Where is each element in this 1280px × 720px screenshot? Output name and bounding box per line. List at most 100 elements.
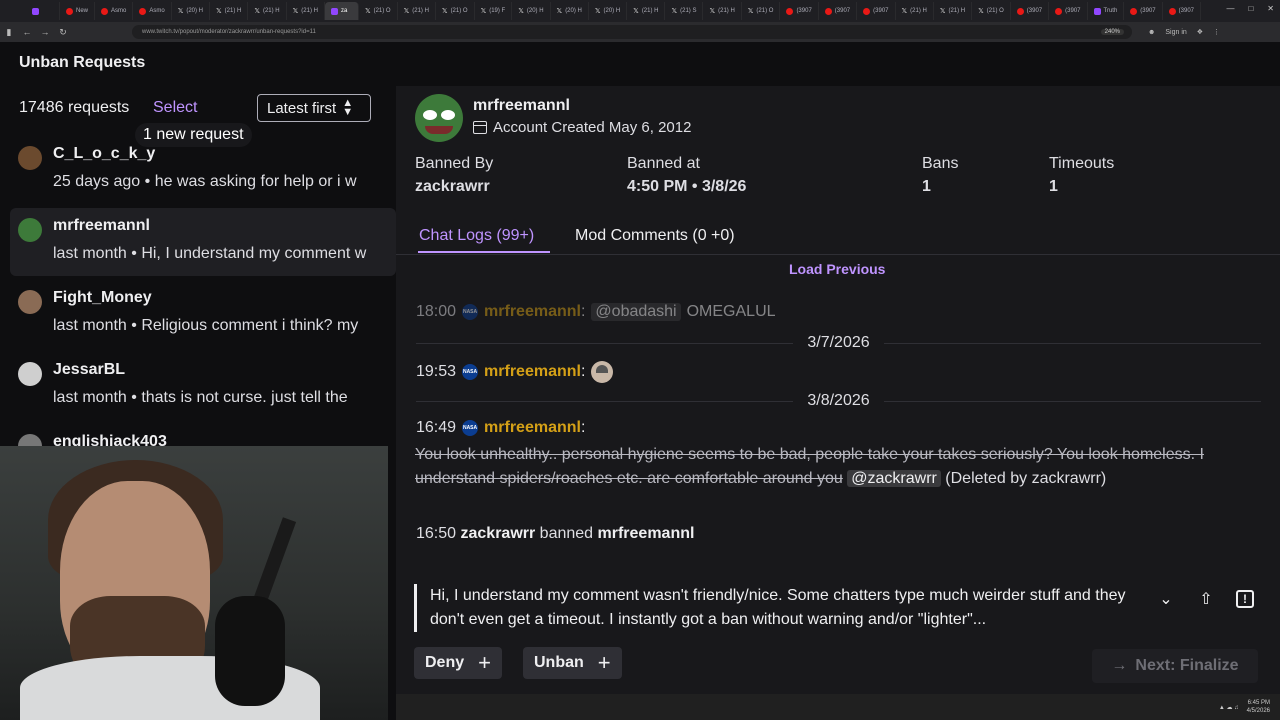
next-finalize-button[interactable]: → Next: Finalize xyxy=(1092,649,1258,683)
avatar[interactable] xyxy=(415,94,463,142)
browser-tab[interactable]: 𝕏 (21) H xyxy=(210,2,249,20)
browser-tab-label: (3907 xyxy=(1065,8,1081,14)
request-username: C_L_o_c_k_y xyxy=(53,145,156,162)
browser-tab[interactable]: 𝕏 (21) O xyxy=(742,2,781,20)
back-icon[interactable]: ← xyxy=(18,27,36,37)
browser-tab[interactable]: 𝕏 (21) H xyxy=(398,2,436,20)
browser-tab[interactable]: 𝕏 (20) H xyxy=(512,2,551,20)
ban-moderator[interactable]: zackrawrr xyxy=(461,525,536,542)
deny-label: Deny xyxy=(425,654,465,671)
new-request-badge[interactable]: 1 new request xyxy=(135,123,252,147)
account-created: Account Created May 6, 2012 xyxy=(473,119,691,136)
chat-username[interactable]: mrfreemannl xyxy=(484,419,581,437)
x-logo-icon: 𝕏 xyxy=(292,8,299,15)
request-summary: last month • thats is not curse. just te… xyxy=(53,389,348,406)
nasa-badge-icon: NASA xyxy=(462,364,479,380)
browser-tab[interactable]: (3907 xyxy=(1011,2,1050,20)
tab-favicon-icon xyxy=(66,7,73,15)
chat-username[interactable]: mrfreemannl xyxy=(484,363,581,381)
browser-tab[interactable]: 𝕏 (21) O xyxy=(972,2,1011,20)
browser-tab[interactable]: 𝕏 (20) H xyxy=(589,2,628,20)
browser-tab[interactable]: (3907 xyxy=(857,2,896,20)
browser-tab[interactable]: (3907 xyxy=(1049,2,1088,20)
load-previous-button[interactable]: Load Previous xyxy=(789,261,885,277)
share-icon[interactable]: ⇧ xyxy=(1196,589,1216,609)
unban-button[interactable]: Unban + xyxy=(523,647,622,679)
banned-by-value[interactable]: zackrawrr xyxy=(415,178,490,196)
ban-target[interactable]: mrfreemannl xyxy=(598,525,695,542)
sign-in-link[interactable]: Sign in xyxy=(1165,29,1186,36)
request-username: Fight_Money xyxy=(53,289,152,306)
menu-icon[interactable]: ⋮ xyxy=(1213,28,1220,36)
sidebar-toggle-icon[interactable]: ▮ xyxy=(0,27,18,38)
x-logo-icon: 𝕏 xyxy=(441,8,448,15)
chat-mention[interactable]: @obadashi xyxy=(591,303,681,321)
browser-tab[interactable]: 𝕏 (21) H xyxy=(934,2,973,20)
browser-tab-label: (20) H xyxy=(603,8,621,14)
banned-at-label: Banned at xyxy=(627,155,700,172)
url-field[interactable]: www.twitch.tv/popout/moderator/zackrawrr… xyxy=(132,25,1132,39)
account-icon[interactable]: ☻ xyxy=(1148,29,1155,36)
close-icon[interactable]: ✕ xyxy=(1267,4,1274,13)
banned-by-label: Banned By xyxy=(415,155,494,172)
request-list-item[interactable]: mrfreemannl last month • Hi, I understand… xyxy=(10,208,396,276)
browser-tab[interactable]: (3907 xyxy=(1124,2,1163,20)
minimize-icon[interactable]: — xyxy=(1226,4,1234,13)
extensions-icon[interactable]: ❖ xyxy=(1197,28,1203,36)
browser-tab[interactable]: 𝕏 (21) H xyxy=(627,2,666,20)
request-list-item[interactable]: Fight_Money last month • Religious commen… xyxy=(10,280,396,348)
browser-tab[interactable]: 𝕏 (21) H xyxy=(896,2,934,20)
zoom-level[interactable]: 240% xyxy=(1100,29,1124,35)
detail-username[interactable]: mrfreemannl xyxy=(473,97,570,115)
browser-tab[interactable]: Truth xyxy=(1088,2,1125,20)
browser-tab[interactable]: za xyxy=(324,2,359,20)
chat-text: OMEGALUL xyxy=(686,303,776,320)
page-title: Unban Requests xyxy=(19,54,146,71)
avatar xyxy=(18,362,42,386)
browser-tab-label: New xyxy=(76,8,89,14)
banned-at-value: 4:50 PM • 3/8/26 xyxy=(627,178,747,195)
chat-mention[interactable]: @zackrawrr xyxy=(847,470,941,487)
tab-favicon-icon xyxy=(1093,7,1101,15)
browser-tab[interactable]: 𝕏 (20) H xyxy=(551,2,589,20)
forward-icon[interactable]: → xyxy=(36,27,54,37)
reload-icon[interactable]: ↻ xyxy=(54,27,72,38)
address-bar: ▮ ← → ↻ www.twitch.tv/popout/moderator/z… xyxy=(0,22,1280,42)
request-preview: Hi, I understand my comment w xyxy=(141,245,367,262)
browser-tab[interactable]: 𝕏 (21) O xyxy=(436,2,475,20)
browser-tab[interactable]: Asmo xyxy=(133,2,172,20)
browser-tab[interactable]: 𝕏 (21) O xyxy=(359,2,398,20)
browser-tab[interactable] xyxy=(26,2,60,20)
browser-tab[interactable]: (3907 xyxy=(1163,2,1202,20)
maximize-icon[interactable]: □ xyxy=(1248,4,1253,13)
chevron-down-icon[interactable]: ⌄ xyxy=(1156,589,1176,609)
browser-tab[interactable]: Asmo xyxy=(95,2,134,20)
browser-tab[interactable]: (3907 xyxy=(780,2,819,20)
browser-tab-label: (3907 xyxy=(796,8,812,14)
browser-tab[interactable]: 𝕏 (21) H xyxy=(248,2,287,20)
x-logo-icon: 𝕏 xyxy=(633,8,639,15)
report-icon[interactable]: ! xyxy=(1236,590,1254,608)
url-text: www.twitch.tv/popout/moderator/zackrawrr… xyxy=(142,29,316,35)
browser-tab[interactable]: New xyxy=(60,2,96,20)
browser-tab[interactable]: 𝕏 (19) F xyxy=(475,2,513,20)
chat-timestamp: 16:49 xyxy=(416,419,457,436)
sort-dropdown[interactable]: Latest first ▲ ▼ xyxy=(257,94,371,122)
tab-favicon-icon xyxy=(32,7,39,15)
browser-tab[interactable]: (3907 xyxy=(819,2,858,20)
tab-favicon-icon xyxy=(786,7,794,15)
chat-username[interactable]: mrfreemannl xyxy=(484,303,581,321)
select-link[interactable]: Select xyxy=(153,99,197,117)
account-created-text: Account Created May 6, 2012 xyxy=(493,119,692,136)
browser-tab-label: za xyxy=(340,8,348,14)
unban-request-text: Hi, I understand my comment wasn't frien… xyxy=(414,584,1154,632)
browser-tab[interactable]: 𝕏 (20) H xyxy=(172,2,211,20)
tab-chat-logs[interactable]: Chat Logs (99+) xyxy=(419,227,534,245)
browser-tab[interactable]: 𝕏 (21) H xyxy=(287,2,325,20)
browser-tab-label: (3907 xyxy=(1026,8,1043,14)
request-list-item[interactable]: JessarBL last month • thats is not curse.… xyxy=(10,352,396,420)
tab-mod-comments[interactable]: Mod Comments (0 +0) xyxy=(575,227,735,245)
deny-button[interactable]: Deny + xyxy=(414,647,502,679)
browser-tab[interactable]: 𝕏 (21) S xyxy=(665,2,704,20)
browser-tab[interactable]: 𝕏 (21) H xyxy=(703,2,742,20)
